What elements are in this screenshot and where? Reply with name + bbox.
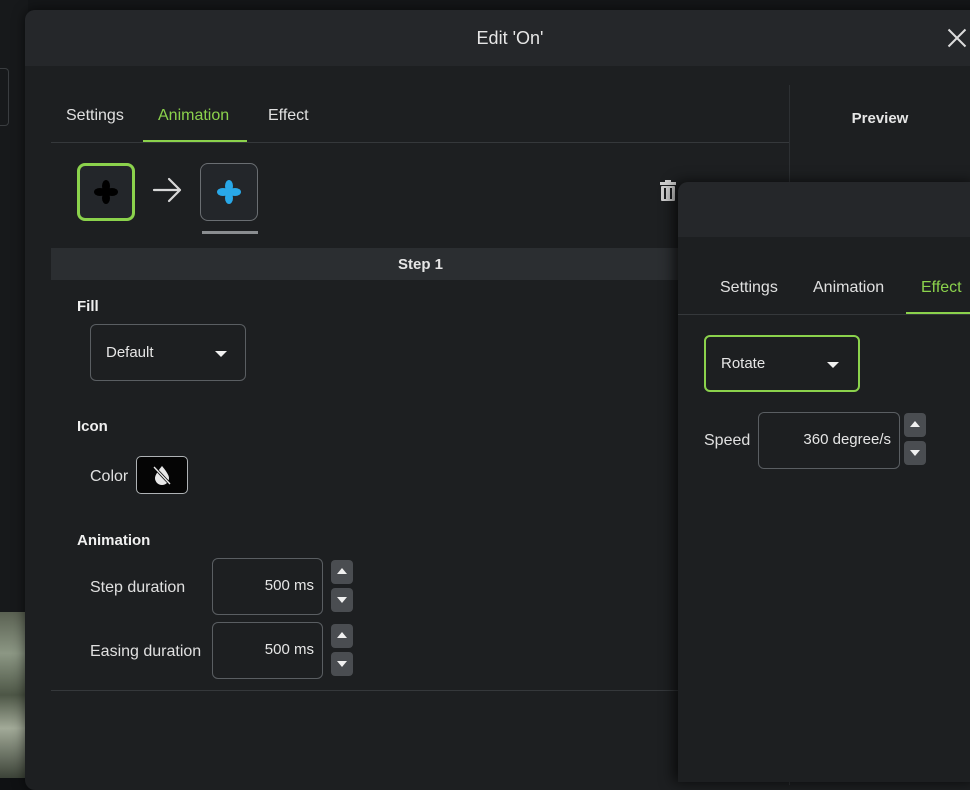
- dialog-titlebar: Edit 'On': [25, 10, 970, 66]
- icon-section-label: Icon: [77, 418, 108, 435]
- chevron-down-icon: [827, 362, 839, 368]
- step-duration-decrement[interactable]: [331, 588, 353, 612]
- color-picker[interactable]: [136, 456, 188, 494]
- fill-section-label: Fill: [77, 298, 99, 315]
- speed-label: Speed: [704, 432, 751, 449]
- effect-dialog: Settings Animation Effect Rotate Speed 3…: [678, 182, 970, 782]
- tab-bar: Settings Animation Effect: [51, 85, 790, 143]
- easing-duration-label: Easing duration: [90, 643, 202, 660]
- speed-input[interactable]: 360 degree/s: [758, 412, 900, 469]
- easing-duration-value: 500 ms: [264, 641, 314, 658]
- close-icon[interactable]: [937, 18, 970, 58]
- fan-icon: [94, 180, 118, 204]
- chevron-up-icon: [910, 421, 920, 427]
- effect-type-dropdown[interactable]: Rotate: [704, 335, 860, 392]
- speed-decrement[interactable]: [904, 441, 926, 465]
- selected-step-indicator: [202, 231, 258, 234]
- tab-effect[interactable]: Effect: [921, 279, 962, 297]
- fill-dropdown[interactable]: Default: [90, 324, 246, 381]
- tab-settings[interactable]: Settings: [720, 279, 778, 297]
- tab-settings[interactable]: Settings: [66, 107, 124, 125]
- chevron-up-icon: [337, 632, 347, 638]
- tab-effect[interactable]: Effect: [268, 107, 309, 125]
- background-widget: [0, 68, 9, 126]
- background-photo: [0, 612, 26, 778]
- preview-label: Preview: [851, 110, 909, 127]
- effect-tab-bar: [678, 237, 970, 315]
- fill-dropdown-value: Default: [106, 344, 154, 361]
- step-duration-increment[interactable]: [331, 560, 353, 584]
- chevron-up-icon: [337, 568, 347, 574]
- speed-increment[interactable]: [904, 413, 926, 437]
- chevron-down-icon: [215, 351, 227, 357]
- step-duration-input[interactable]: 500 ms: [212, 558, 323, 615]
- step-duration-label: Step duration: [90, 579, 186, 596]
- animation-section-label: Animation: [77, 532, 151, 549]
- step-duration-value: 500 ms: [264, 577, 314, 594]
- effect-type-value: Rotate: [721, 355, 766, 372]
- effect-dialog-titlebar: [678, 182, 970, 237]
- chevron-down-icon: [910, 450, 920, 456]
- chevron-down-icon: [337, 661, 347, 667]
- tab-active-indicator: [143, 140, 247, 142]
- tab-animation[interactable]: Animation: [813, 279, 884, 297]
- speed-value: 360 degree/s: [803, 431, 891, 448]
- trash-icon[interactable]: [659, 180, 677, 202]
- color-label: Color: [90, 468, 129, 485]
- section-divider: [51, 690, 691, 691]
- easing-duration-increment[interactable]: [331, 624, 353, 648]
- fan-icon: [217, 180, 241, 204]
- easing-duration-decrement[interactable]: [331, 652, 353, 676]
- chevron-down-icon: [337, 597, 347, 603]
- dialog-title: Edit 'On': [476, 28, 544, 48]
- tab-animation[interactable]: Animation: [158, 107, 229, 125]
- easing-duration-input[interactable]: 500 ms: [212, 622, 323, 679]
- step-1-thumbnail[interactable]: [77, 163, 135, 221]
- no-color-icon: [152, 465, 172, 486]
- tab-active-indicator: [906, 312, 970, 314]
- arrow-right-icon: [152, 177, 182, 203]
- step-2-thumbnail[interactable]: [200, 163, 258, 221]
